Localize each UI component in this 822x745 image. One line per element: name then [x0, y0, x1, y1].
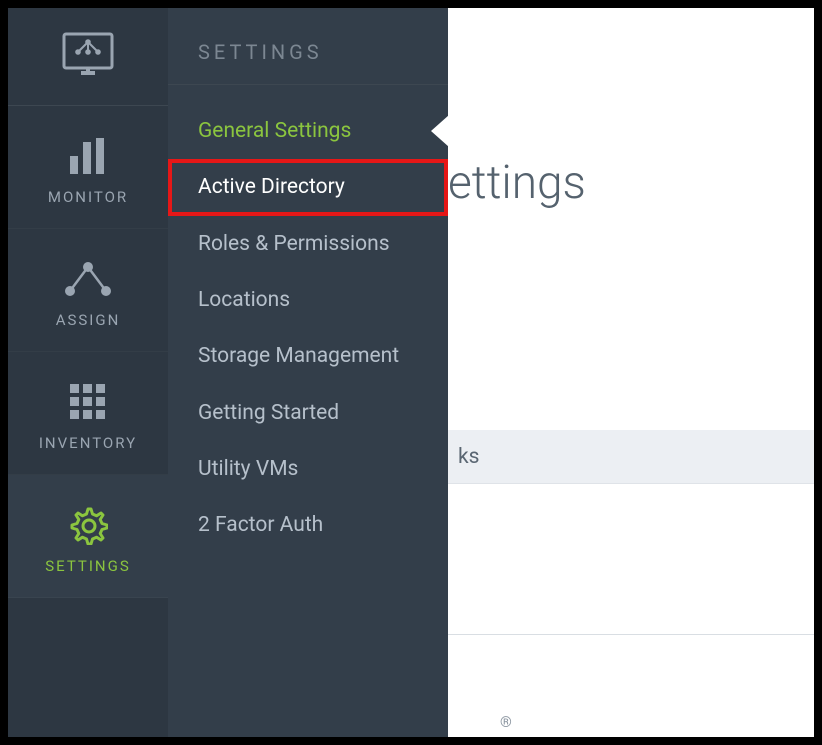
menu-item-label: Active Directory — [198, 175, 345, 199]
assign-icon — [64, 257, 112, 301]
menu-item-getting-started[interactable]: Getting Started — [168, 385, 448, 441]
gear-icon — [68, 503, 108, 547]
menu-item-label: General Settings — [198, 119, 351, 143]
nav-item-settings[interactable]: SETTINGS — [8, 475, 168, 598]
menu-item-label: Roles & Permissions — [198, 232, 390, 256]
content-area: ettings ks ® — [448, 8, 814, 737]
menu-item-roles-permissions[interactable]: Roles & Permissions — [168, 216, 448, 272]
menu-item-2-factor-auth[interactable]: 2 Factor Auth — [168, 497, 448, 553]
nav-item-monitor[interactable]: MONITOR — [8, 106, 168, 229]
nav-label: ASSIGN — [56, 311, 121, 329]
nav-item-inventory[interactable]: INVENTORY — [8, 352, 168, 475]
settings-menu: General Settings Active Directory Roles … — [168, 85, 448, 572]
active-pointer-icon — [431, 115, 449, 147]
bar-chart-icon — [68, 134, 108, 178]
menu-item-storage-management[interactable]: Storage Management — [168, 328, 448, 384]
nav-label: INVENTORY — [39, 434, 137, 452]
settings-sidebar: SETTINGS General Settings Active Directo… — [168, 8, 448, 737]
menu-item-locations[interactable]: Locations — [168, 272, 448, 328]
menu-item-label: Getting Started — [198, 401, 339, 425]
content-row: ks — [448, 430, 814, 484]
menu-item-label: Storage Management — [198, 344, 399, 368]
grid-icon — [70, 380, 106, 424]
nav-label: SETTINGS — [45, 557, 131, 575]
divider — [448, 634, 814, 635]
menu-item-label: Utility VMs — [198, 457, 298, 481]
content-row-text: ks — [458, 445, 479, 469]
menu-item-label: 2 Factor Auth — [198, 513, 323, 537]
menu-item-label: Locations — [198, 288, 290, 312]
logo — [8, 8, 168, 106]
settings-sidebar-header: SETTINGS — [168, 8, 448, 85]
nav-item-assign[interactable]: ASSIGN — [8, 229, 168, 352]
page-title: ettings — [448, 156, 814, 210]
logo-icon — [61, 31, 115, 83]
menu-item-utility-vms[interactable]: Utility VMs — [168, 441, 448, 497]
nav-label: MONITOR — [48, 188, 128, 206]
menu-item-general-settings[interactable]: General Settings — [168, 103, 448, 159]
primary-sidebar: MONITOR ASSIGN — [8, 8, 168, 737]
registered-mark: ® — [500, 713, 512, 731]
menu-item-active-directory[interactable]: Active Directory — [168, 159, 448, 215]
